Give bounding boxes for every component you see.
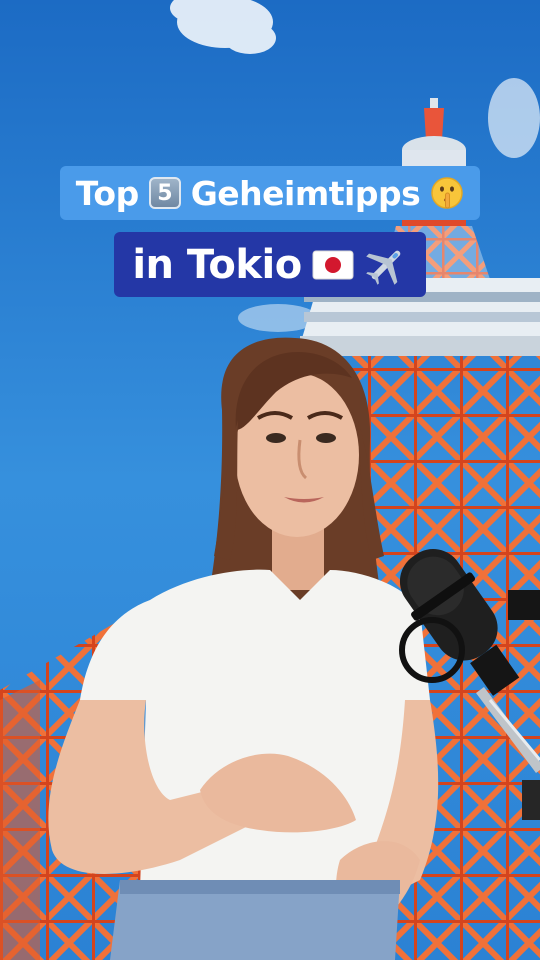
caption-line-2: in Tokio	[114, 232, 426, 297]
airplane-icon	[365, 250, 400, 285]
caption-line-1: Top 5 Geheimtipps	[59, 166, 481, 220]
caption-line-2-row: in Tokio	[0, 232, 540, 297]
japan-flag-icon	[312, 250, 354, 279]
shushing-face-icon	[431, 177, 463, 209]
caption-line-1-row: Top 5 Geheimtipps	[0, 166, 540, 220]
caption-text-top: Top	[75, 173, 139, 213]
number-five-badge: 5	[148, 177, 181, 209]
microphone	[399, 549, 540, 820]
caption-text-geheimtipps: Geheimtipps	[190, 173, 421, 213]
caption-text-in-tokio: in Tokio	[132, 241, 302, 288]
video-frame: Top 5 Geheimtipps in Tokio	[0, 0, 540, 960]
